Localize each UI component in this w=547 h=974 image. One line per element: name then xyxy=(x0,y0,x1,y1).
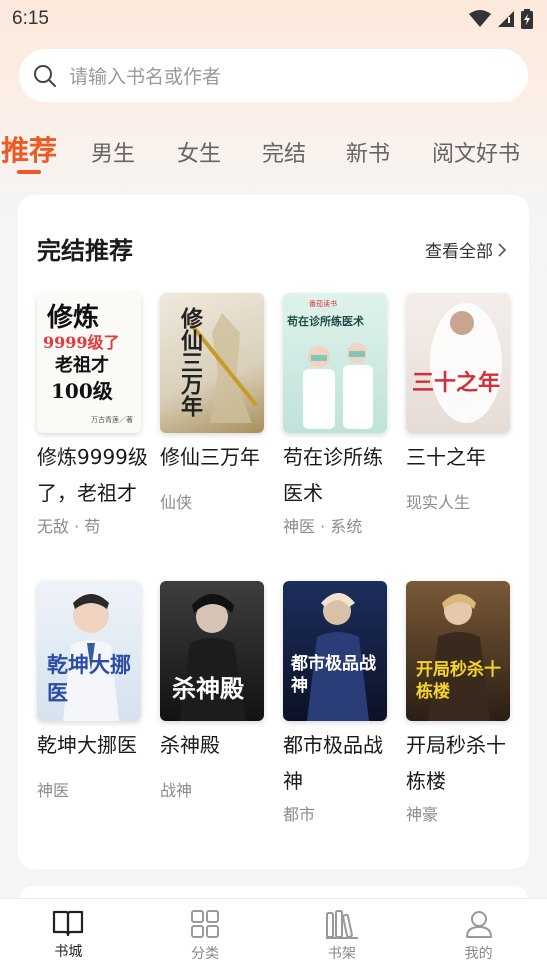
cover-hero-icon xyxy=(307,593,369,721)
book-cover: 都市极品战神 xyxy=(283,581,387,721)
search-placeholder: 请输入书名或作者 xyxy=(69,66,222,88)
book-cover: 修炼 9999级了 老祖才 100级 万古青莲／著 xyxy=(37,293,141,433)
tab-female[interactable]: 女生 xyxy=(177,136,221,168)
bookshelf-icon xyxy=(325,910,358,939)
book-cover: 乾坤大挪医 xyxy=(37,581,141,721)
book-item[interactable]: 都市极品战神 都市极品战神 都市 xyxy=(283,581,393,825)
section-title: 完结推荐 xyxy=(37,237,133,265)
book-item[interactable]: 开局秒杀十栋楼 开局秒杀十栋楼 神豪 xyxy=(406,581,516,825)
book-item[interactable]: 乾坤大挪医 乾坤大挪医 神医 xyxy=(37,581,147,801)
book-item[interactable]: 番茄读书 苟在诊所练医术 苟在诊所练医术 神医 · 系统 xyxy=(283,293,393,537)
book-title: 乾坤大挪医 xyxy=(37,733,137,757)
cover-title-line2: 9999级了 xyxy=(43,333,120,352)
tab-active-indicator xyxy=(17,170,41,174)
battery-icon xyxy=(521,9,533,29)
cover-title: 修仙三万年 xyxy=(177,307,203,417)
bottom-nav: 书城 分类 书架 我的 xyxy=(0,898,547,974)
category-tabs: 推荐 男生 女生 完结 新书 阅文好书 xyxy=(0,124,547,178)
book-tags: 无敌 · 苟 xyxy=(37,517,101,536)
cover-title: 开局秒杀十栋楼 xyxy=(416,660,501,702)
cover-title: 苟在诊所练医术 xyxy=(287,315,364,328)
tab-completed[interactable]: 完结 xyxy=(262,136,306,168)
see-all-link[interactable]: 查看全部 xyxy=(425,237,507,262)
book-tags: 神豪 xyxy=(406,805,439,824)
cover-brand: 番茄读书 xyxy=(309,300,337,308)
signal-icon xyxy=(498,11,514,27)
tab-male[interactable]: 男生 xyxy=(91,136,135,168)
nav-bookshelf[interactable]: 书架 xyxy=(274,899,411,974)
tab-recommended[interactable]: 推荐 xyxy=(1,129,57,169)
book-tags: 现实人生 xyxy=(406,493,471,512)
search-bar[interactable]: 请输入书名或作者 xyxy=(19,49,528,102)
book-cover: 番茄读书 苟在诊所练医术 xyxy=(283,293,387,433)
book-tags: 都市 xyxy=(283,805,316,824)
nav-label: 书架 xyxy=(327,946,356,962)
user-icon xyxy=(465,911,492,938)
book-title: 修炼9999级了，老祖才 xyxy=(37,445,148,505)
book-item[interactable]: 修炼 9999级了 老祖才 100级 万古青莲／著 修炼9999级了，老祖才 无… xyxy=(37,293,148,537)
cover-doctors-icon xyxy=(303,343,373,429)
tab-new-books[interactable]: 新书 xyxy=(346,136,390,168)
book-title: 修仙三万年 xyxy=(160,445,260,469)
nav-profile[interactable]: 我的 xyxy=(410,899,547,974)
cover-bride-icon xyxy=(430,303,502,423)
completed-recommend-card: 完结推荐 查看全部 修炼 9999级了 老祖才 100级 万古青莲／著 修炼99… xyxy=(18,195,529,869)
nav-label: 分类 xyxy=(191,946,220,962)
book-cover: 修仙三万年 xyxy=(160,293,264,433)
cover-title-line3: 老祖才 xyxy=(55,355,109,376)
cover-title: 都市极品战神 xyxy=(291,654,376,696)
cover-title: 乾坤大挪医 xyxy=(47,652,131,705)
chevron-right-icon xyxy=(498,242,507,257)
book-title: 开局秒杀十栋楼 xyxy=(406,733,506,793)
book-tags: 神医 · 系统 xyxy=(283,517,363,536)
status-time: 6:15 xyxy=(12,8,49,29)
book-tags: 战神 xyxy=(160,781,193,800)
nav-bookstore[interactable]: 书城 xyxy=(0,899,137,974)
book-tags: 仙侠 xyxy=(160,493,193,512)
wifi-icon xyxy=(469,10,491,27)
book-item[interactable]: 三十之年 三十之年 现实人生 xyxy=(406,293,516,513)
tab-yuewen-good-books[interactable]: 阅文好书 xyxy=(432,136,520,168)
nav-label: 书城 xyxy=(54,944,83,960)
cover-title: 杀神殿 xyxy=(172,674,244,703)
book-title: 三十之年 xyxy=(406,445,486,469)
book-item[interactable]: 修仙三万年 修仙三万年 仙侠 xyxy=(160,293,270,513)
nav-categories[interactable]: 分类 xyxy=(137,899,274,974)
cover-title-line4: 100级 xyxy=(51,379,113,403)
nav-label: 我的 xyxy=(464,946,493,962)
cover-title: 三十之年 xyxy=(412,370,501,396)
book-open-icon xyxy=(53,910,84,937)
search-icon xyxy=(34,64,56,87)
book-cover: 开局秒杀十栋楼 xyxy=(406,581,510,721)
book-cover: 杀神殿 xyxy=(160,581,264,721)
grid-icon xyxy=(191,910,220,938)
cover-author: 万古青莲／著 xyxy=(91,416,133,424)
book-title: 杀神殿 xyxy=(160,733,220,757)
book-title: 苟在诊所练医术 xyxy=(283,445,383,505)
book-item[interactable]: 杀神殿 杀神殿 战神 xyxy=(160,581,270,801)
book-cover: 三十之年 xyxy=(406,293,510,433)
status-icons xyxy=(469,9,533,29)
see-all-label: 查看全部 xyxy=(425,242,493,262)
status-bar: 6:15 xyxy=(0,0,547,38)
book-title: 都市极品战神 xyxy=(283,733,383,793)
book-tags: 神医 xyxy=(37,781,70,800)
